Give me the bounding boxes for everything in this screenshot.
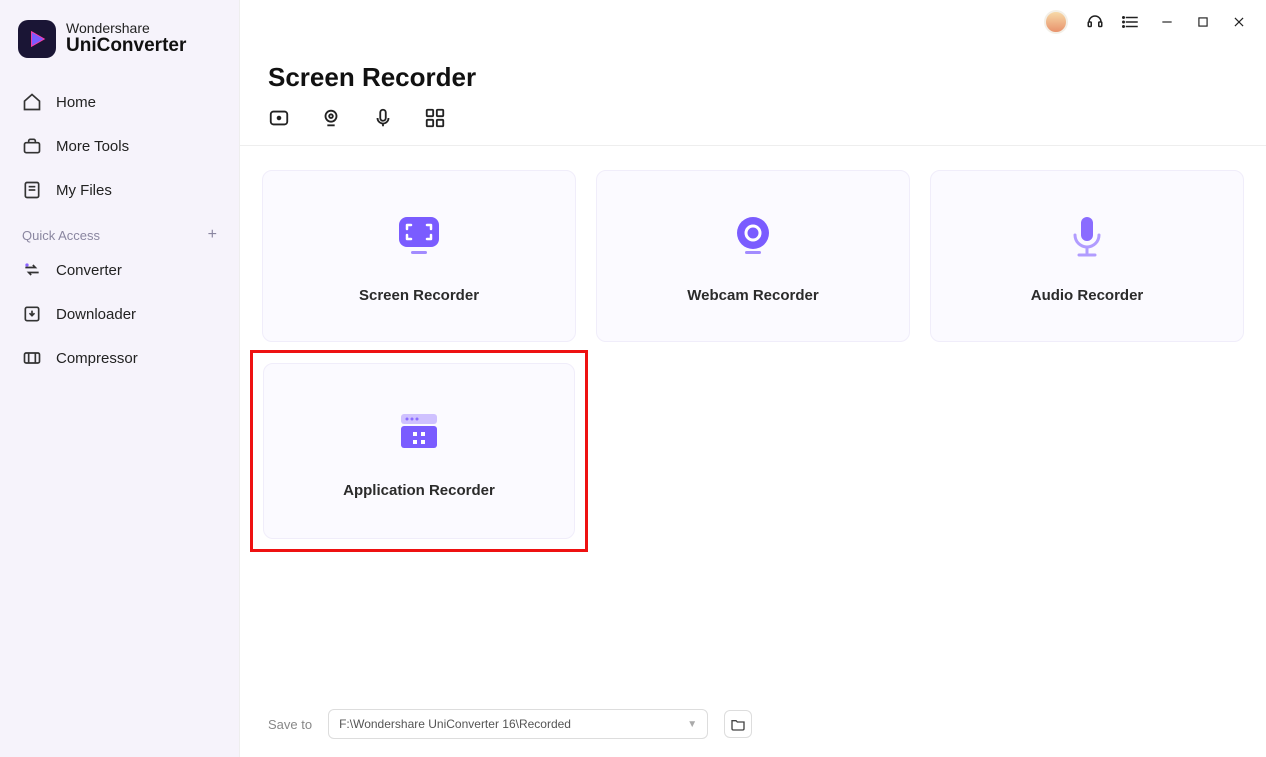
open-folder-button[interactable]	[724, 710, 752, 738]
mode-tabs	[240, 107, 1266, 146]
tab-screen-icon[interactable]	[268, 107, 290, 129]
window-titlebar	[240, 0, 1266, 44]
page-title: Screen Recorder	[268, 62, 1266, 93]
save-path-dropdown[interactable]: F:\Wondershare UniConverter 16\Recorded …	[328, 709, 708, 739]
home-icon	[22, 92, 42, 112]
user-avatar-icon[interactable]	[1044, 10, 1068, 34]
quick-access-label: Quick Access	[22, 228, 100, 243]
sidebar-item-home[interactable]: Home	[0, 80, 239, 124]
compressor-icon	[22, 348, 42, 368]
save-to-bar: Save to F:\Wondershare UniConverter 16\R…	[268, 709, 1244, 739]
tab-audio-icon[interactable]	[372, 107, 394, 129]
sidebar-item-more-tools[interactable]: More Tools	[0, 124, 239, 168]
converter-icon	[22, 260, 42, 280]
brand-text-line2: UniConverter	[66, 36, 186, 57]
highlight-box: Application Recorder	[250, 350, 588, 552]
files-icon	[22, 180, 42, 200]
quick-access-header: Quick Access +	[0, 212, 239, 248]
downloader-icon	[22, 304, 42, 324]
minimize-button[interactable]	[1158, 13, 1176, 31]
application-recorder-icon	[391, 404, 447, 460]
sidebar-item-compressor[interactable]: Compressor	[0, 336, 239, 380]
card-label: Audio Recorder	[1031, 287, 1144, 304]
tab-webcam-icon[interactable]	[320, 107, 342, 129]
main-content: Screen Recorder	[240, 0, 1266, 757]
card-audio-recorder[interactable]: Audio Recorder	[930, 170, 1244, 342]
sidebar-item-label: Downloader	[56, 306, 136, 323]
sidebar-item-converter[interactable]: Converter	[0, 248, 239, 292]
card-application-recorder[interactable]: Application Recorder	[263, 363, 575, 539]
sidebar-item-label: My Files	[56, 182, 112, 199]
sidebar-item-my-files[interactable]: My Files	[0, 168, 239, 212]
card-webcam-recorder[interactable]: Webcam Recorder	[596, 170, 910, 342]
card-screen-recorder[interactable]: Screen Recorder	[262, 170, 576, 342]
brand-text-line1: Wondershare	[66, 21, 186, 36]
save-path-value: F:\Wondershare UniConverter 16\Recorded	[339, 717, 571, 731]
card-label: Webcam Recorder	[687, 287, 818, 304]
sidebar-item-label: Compressor	[56, 350, 138, 367]
chevron-down-icon: ▼	[687, 719, 697, 730]
add-quick-access-button[interactable]: +	[208, 226, 217, 244]
sidebar-item-label: Home	[56, 94, 96, 111]
card-label: Screen Recorder	[359, 287, 479, 304]
screen-recorder-icon	[391, 209, 447, 265]
webcam-recorder-icon	[725, 209, 781, 265]
brand-logo-icon	[18, 20, 56, 58]
sidebar-item-label: More Tools	[56, 138, 129, 155]
sidebar: Wondershare UniConverter Home More Tools…	[0, 0, 240, 757]
audio-recorder-icon	[1059, 209, 1115, 265]
maximize-button[interactable]	[1194, 13, 1212, 31]
tab-apps-icon[interactable]	[424, 107, 446, 129]
save-to-label: Save to	[268, 717, 312, 732]
close-button[interactable]	[1230, 13, 1248, 31]
sidebar-item-downloader[interactable]: Downloader	[0, 292, 239, 336]
support-icon[interactable]	[1086, 13, 1104, 31]
brand: Wondershare UniConverter	[0, 20, 239, 80]
sidebar-item-label: Converter	[56, 262, 122, 279]
toolbox-icon	[22, 136, 42, 156]
menu-icon[interactable]	[1122, 13, 1140, 31]
card-label: Application Recorder	[343, 482, 495, 499]
